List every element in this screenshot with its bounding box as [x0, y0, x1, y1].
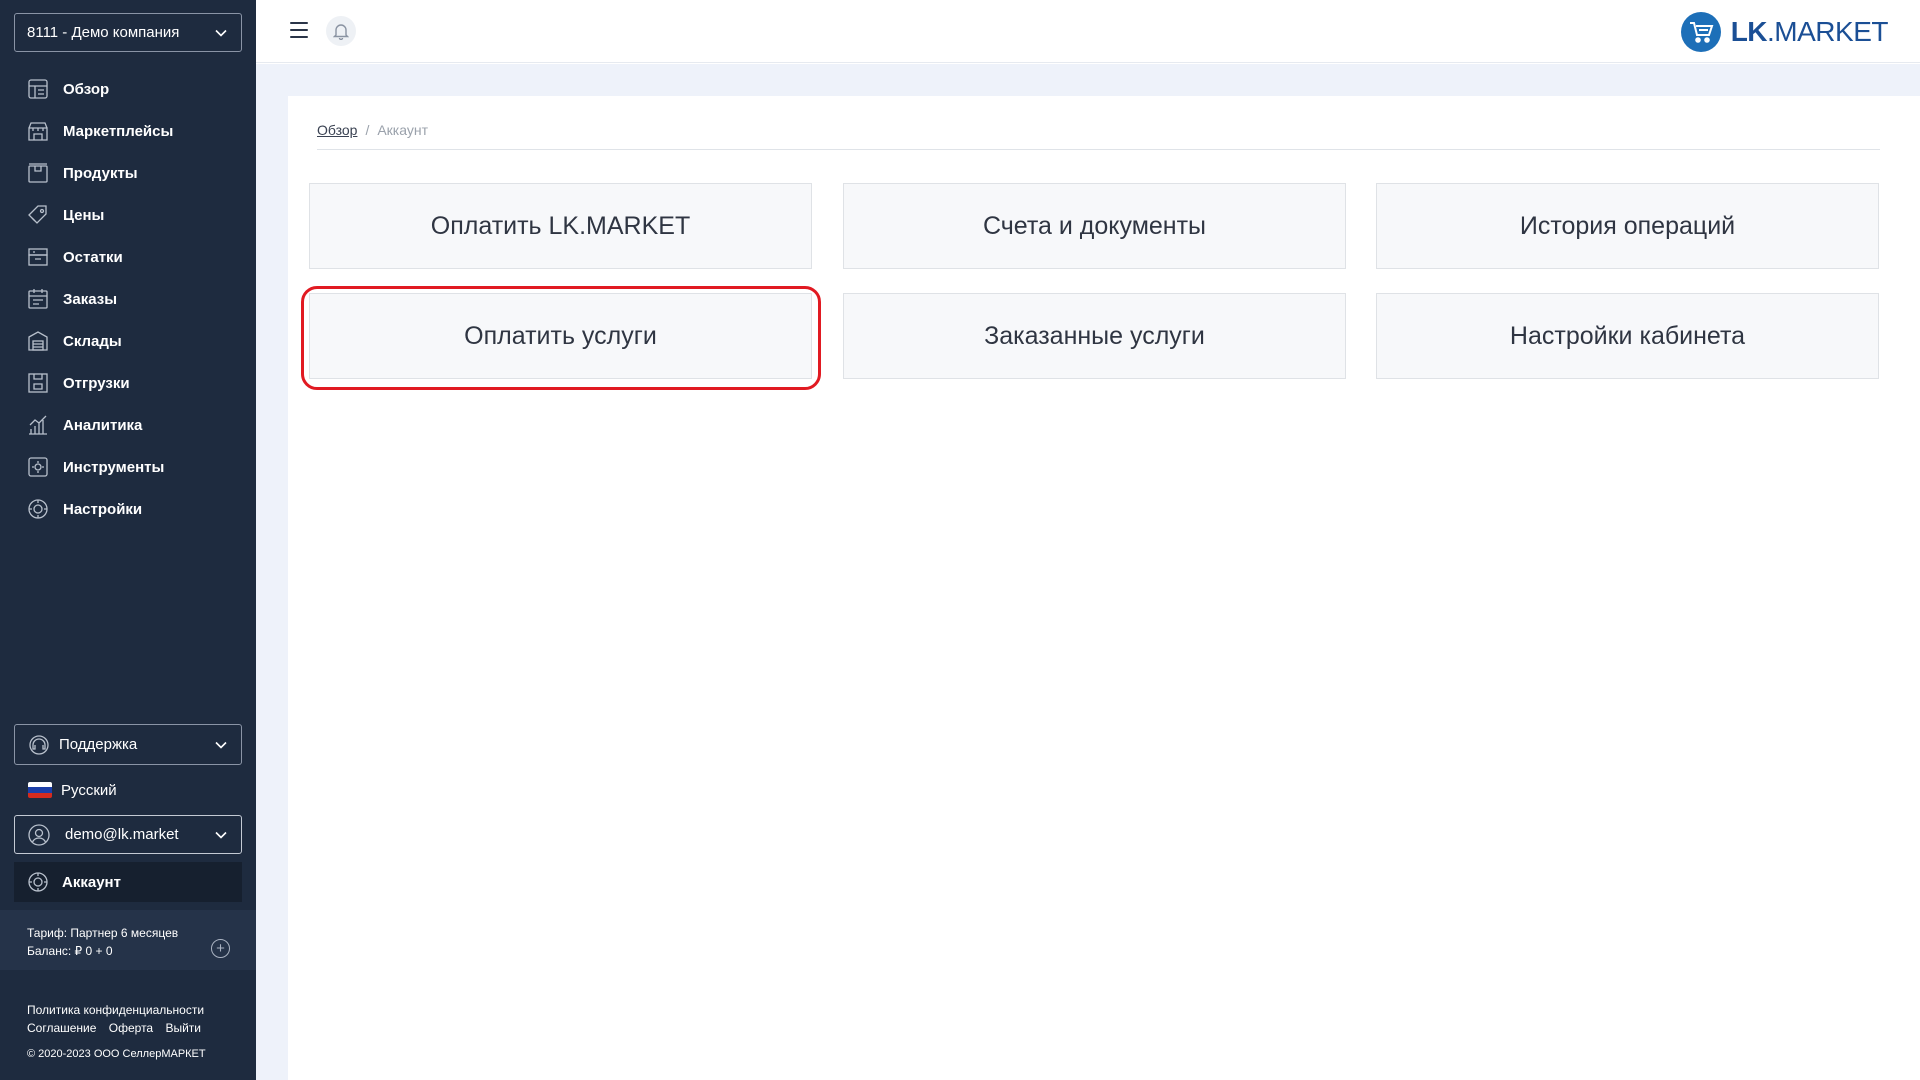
sidebar-item-stock[interactable]: Остатки: [0, 236, 256, 278]
language-selector[interactable]: Русский: [28, 778, 117, 802]
sidebar-item-label: Аналитика: [63, 416, 143, 434]
support-label: Поддержка: [59, 736, 138, 753]
account-label: Аккаунт: [62, 873, 121, 891]
sidebar-item-warehouses[interactable]: Склады: [0, 320, 256, 362]
warehouses-icon: [26, 329, 50, 353]
sidebar-item-prices[interactable]: Цены: [0, 194, 256, 236]
sidebar: 8111 - Демо компания Обзор Маркетплейсы …: [0, 0, 256, 1080]
analytics-icon: [26, 413, 50, 437]
sidebar-item-label: Обзор: [63, 80, 110, 98]
chevron-down-icon: [213, 827, 229, 843]
breadcrumb-current: Аккаунт: [377, 122, 428, 138]
orders-icon: [26, 287, 50, 311]
chevron-down-icon: [213, 737, 229, 753]
logout-link[interactable]: Выйти: [165, 1021, 201, 1035]
russian-flag-icon: [28, 782, 52, 798]
add-balance-icon[interactable]: +: [211, 939, 230, 958]
agreement-link[interactable]: Соглашение: [27, 1021, 96, 1035]
marketplaces-icon: [26, 119, 50, 143]
pay-services-button[interactable]: Оплатить услуги: [309, 293, 812, 379]
language-label: Русский: [61, 781, 117, 799]
company-select[interactable]: 8111 - Демо компания: [14, 13, 242, 52]
sidebar-item-label: Настройки: [63, 500, 143, 518]
main-content: Обзор / Аккаунт Оплатить LK.MARKET Счета и…: [288, 96, 1920, 1080]
sidebar-item-label: Продукты: [63, 164, 138, 182]
sidebar-item-label: Маркетплейсы: [63, 122, 174, 140]
sidebar-item-settings[interactable]: Настройки: [0, 488, 256, 530]
chevron-down-icon: [213, 25, 229, 41]
sidebar-item-tools[interactable]: Инструменты: [0, 446, 256, 488]
sidebar-nav: Обзор Маркетплейсы Продукты Цены Остатки: [0, 68, 256, 530]
topbar: LK.MARKET: [256, 0, 1920, 63]
stock-icon: [26, 245, 50, 269]
account-icon: [26, 870, 50, 894]
lk-market-logo[interactable]: LK.MARKET: [1680, 10, 1889, 53]
prices-icon: [26, 203, 50, 227]
breadcrumb: Обзор / Аккаунт: [317, 122, 428, 138]
sidebar-item-label: Заказы: [63, 290, 118, 308]
settings-icon: [26, 497, 50, 521]
breadcrumb-separator: /: [365, 122, 370, 138]
user-email: demo@lk.market: [65, 826, 179, 843]
sidebar-item-shipments[interactable]: Отгрузки: [0, 362, 256, 404]
shipments-icon: [26, 371, 50, 395]
breadcrumb-divider: [317, 149, 1880, 150]
logo-text: LK.MARKET: [1730, 15, 1889, 47]
company-select-label: 8111 - Демо компания: [27, 24, 180, 41]
operations-history-button[interactable]: История операций: [1376, 183, 1879, 269]
sidebar-footer: Политика конфиденциальности Соглашение О…: [27, 1001, 210, 1037]
tools-icon: [26, 455, 50, 479]
sidebar-item-label: Инструменты: [63, 458, 165, 476]
sidebar-item-label: Отгрузки: [63, 374, 130, 392]
tariff-panel: Тариф: Партнер 6 месяцев Баланс: ₽ 0 + 0…: [0, 910, 256, 970]
privacy-link[interactable]: Политика конфиденциальности: [27, 1003, 204, 1017]
menu-icon[interactable]: [290, 22, 308, 38]
products-icon: [26, 161, 50, 185]
bell-icon[interactable]: [326, 16, 356, 46]
support-select[interactable]: Поддержка: [14, 724, 242, 765]
ordered-services-button[interactable]: Заказанные услуги: [843, 293, 1346, 379]
offer-link[interactable]: Оферта: [109, 1021, 153, 1035]
sidebar-item-orders[interactable]: Заказы: [0, 278, 256, 320]
cabinet-settings-button[interactable]: Настройки кабинета: [1376, 293, 1879, 379]
sidebar-item-products[interactable]: Продукты: [0, 152, 256, 194]
copyright: © 2020-2023 ООО СеллерМАРКЕТ: [27, 1048, 206, 1060]
overview-icon: [26, 77, 50, 101]
user-select[interactable]: demo@lk.market: [14, 815, 242, 854]
sidebar-item-account[interactable]: Аккаунт: [14, 862, 242, 902]
sidebar-item-label: Цены: [63, 206, 105, 224]
user-icon: [27, 823, 51, 847]
sidebar-item-label: Склады: [63, 332, 122, 350]
breadcrumb-home[interactable]: Обзор: [317, 122, 357, 138]
pay-lk-market-button[interactable]: Оплатить LK.MARKET: [309, 183, 812, 269]
sidebar-item-label: Остатки: [63, 248, 123, 266]
sidebar-item-analytics[interactable]: Аналитика: [0, 404, 256, 446]
cart-icon: [1680, 11, 1721, 52]
invoices-documents-button[interactable]: Счета и документы: [843, 183, 1346, 269]
headset-icon: [27, 733, 51, 757]
sidebar-item-marketplaces[interactable]: Маркетплейсы: [0, 110, 256, 152]
sidebar-item-overview[interactable]: Обзор: [0, 68, 256, 110]
